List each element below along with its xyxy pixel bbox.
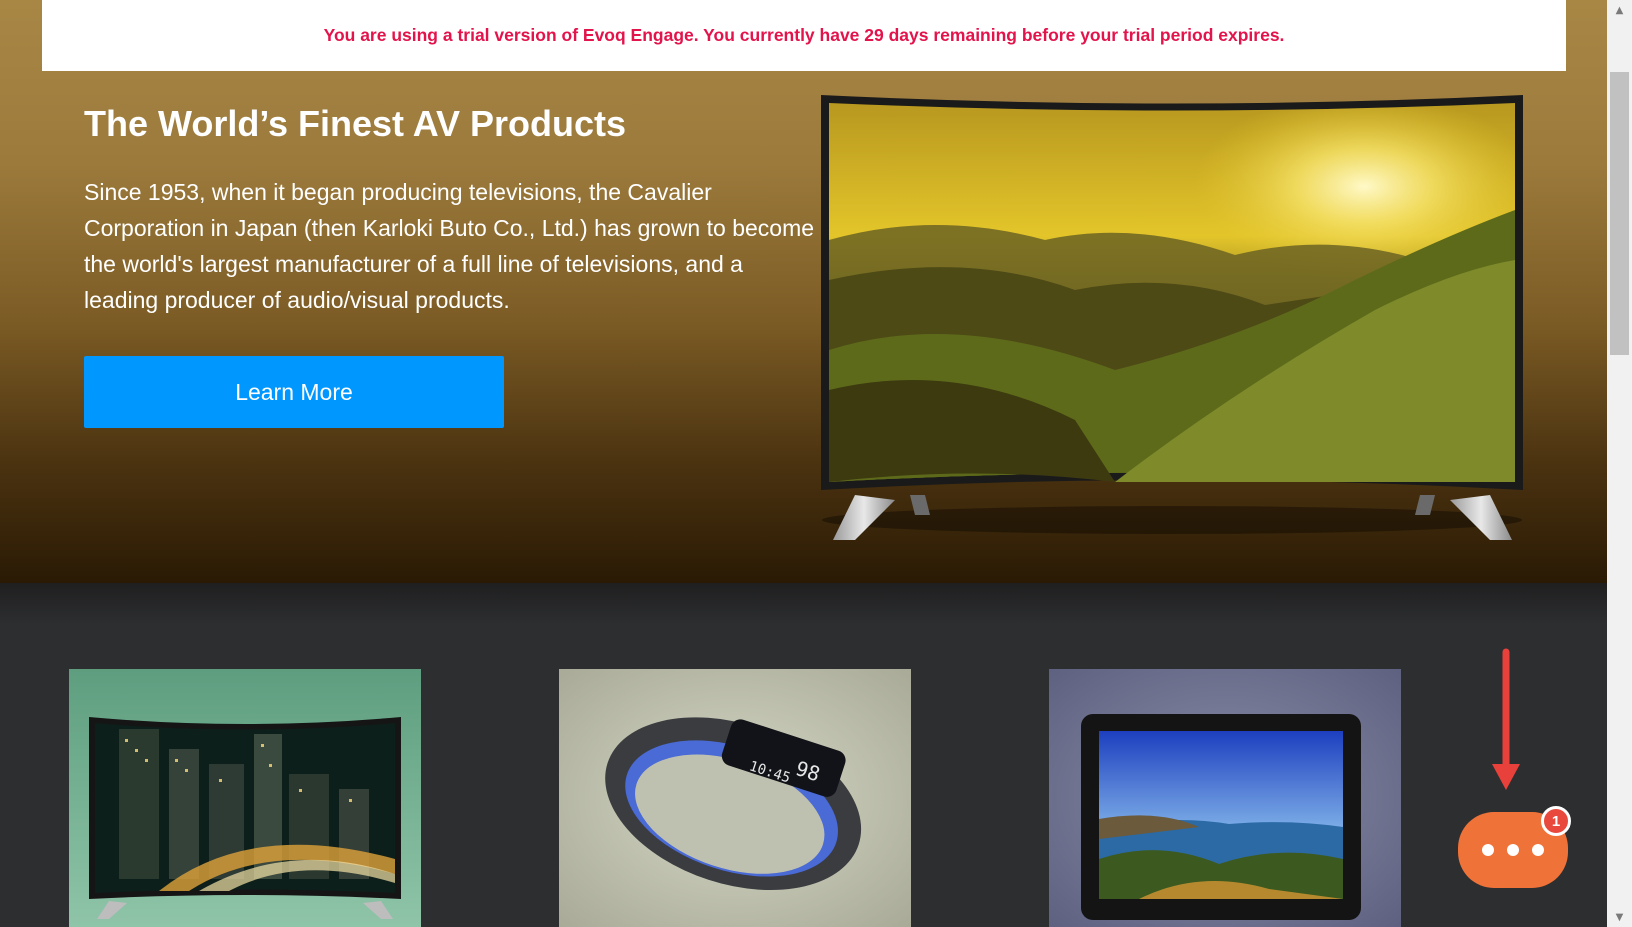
learn-more-label: Learn More (235, 378, 353, 405)
hero-description: Since 1953, when it began producing tele… (84, 179, 815, 313)
hero-title: The World’s Finest AV Products (84, 103, 627, 144)
learn-more-button[interactable]: Learn More (84, 356, 504, 428)
hero-tv-image (821, 95, 1523, 540)
chat-notification-badge: 1 (1541, 806, 1571, 836)
product-card-fitness-band[interactable]: 98 10:45 (559, 669, 911, 927)
red-arrow-down-icon (1492, 648, 1520, 790)
hero-section: You are using a trial version of Evoq En… (0, 0, 1607, 583)
trial-banner: You are using a trial version of Evoq En… (42, 0, 1566, 71)
scrollbar[interactable]: ▲ ▼ (1607, 0, 1632, 927)
fitness-band-icon: 98 10:45 (559, 669, 911, 927)
chat-widget-button[interactable]: 1 (1458, 806, 1571, 890)
product-card-tablet[interactable] (1049, 669, 1401, 927)
chat-dot (1532, 844, 1544, 856)
trial-banner-text: You are using a trial version of Evoq En… (323, 25, 1285, 45)
chat-dot (1482, 844, 1494, 856)
product-card-tv[interactable] (69, 669, 421, 927)
curved-tv-city-icon (69, 669, 421, 927)
scroll-thumb[interactable] (1610, 72, 1629, 355)
scroll-down-arrow-icon[interactable]: ▼ (1607, 907, 1632, 927)
scroll-up-arrow-icon[interactable]: ▲ (1607, 0, 1632, 20)
tablet-landscape-icon (1049, 669, 1401, 927)
chat-dot (1507, 844, 1519, 856)
